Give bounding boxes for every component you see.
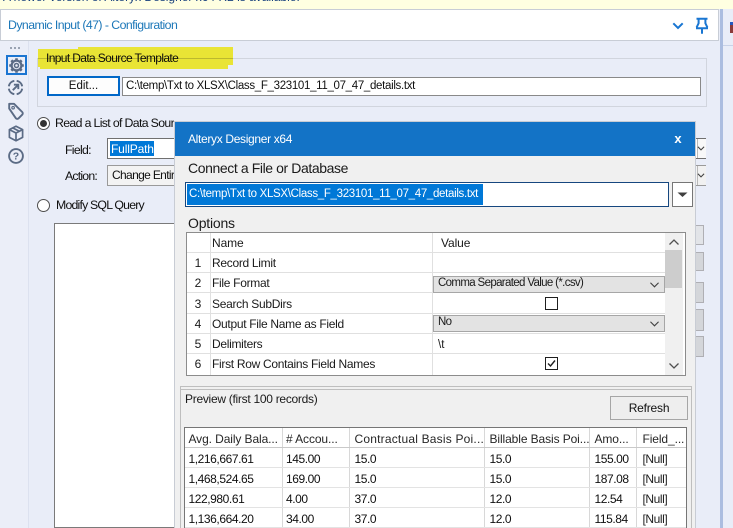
svg-text:?: ? [13, 151, 19, 163]
